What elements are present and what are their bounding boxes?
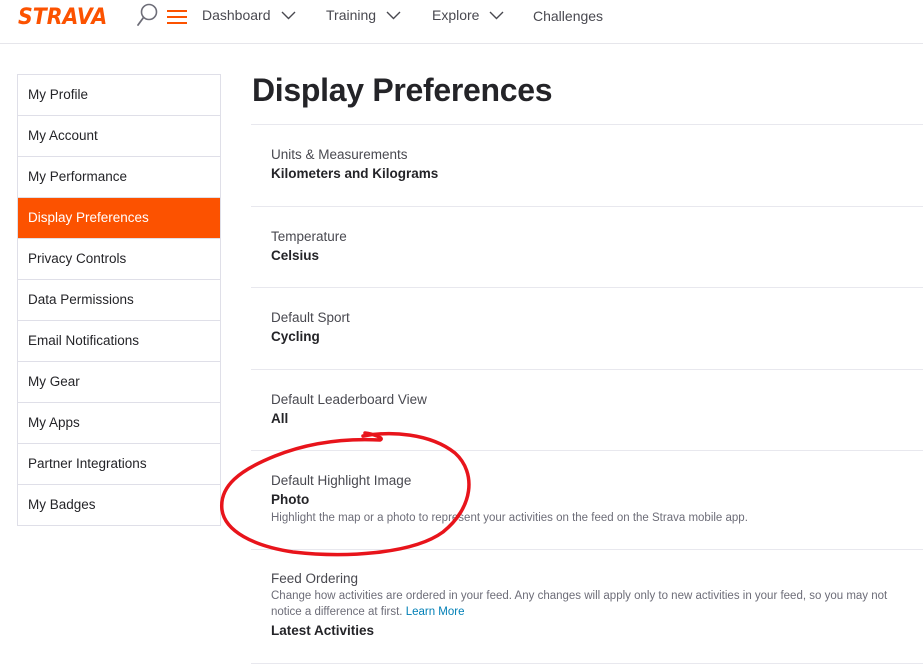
sidebar-item-privacy-controls[interactable]: Privacy Controls [18,239,220,280]
settings-sidebar: My Profile My Account My Performance Dis… [17,74,221,526]
pref-default-leaderboard-view[interactable]: Default Leaderboard View All [251,369,923,450]
sidebar-item-my-badges[interactable]: My Badges [18,485,220,525]
nav-training-label: Training [326,7,377,23]
nav-challenges-label: Challenges [533,8,604,24]
pref-default-highlight-image[interactable]: Default Highlight Image Photo Highlight … [251,450,923,549]
nav-explore[interactable]: Explore [432,7,504,23]
pref-label: Temperature [271,229,347,244]
nav-explore-label: Explore [432,7,480,23]
pref-default-sport[interactable]: Default Sport Cycling [251,287,923,369]
strava-logo[interactable]: STRAVA [18,5,107,30]
preferences-list: Units & Measurements Kilometers and Kilo… [251,124,923,664]
nav-dashboard-label: Dashboard [202,7,271,23]
chevron-down-icon [386,11,401,19]
sidebar-item-email-notifications[interactable]: Email Notifications [18,321,220,362]
sidebar-item-display-preferences[interactable]: Display Preferences [18,198,220,239]
pref-value: Celsius [271,248,320,263]
top-navigation-bar: STRAVA Dashboard Training Explore Challe… [0,0,923,44]
pref-temperature[interactable]: Temperature Celsius [251,206,923,287]
chevron-down-icon [489,11,504,19]
sidebar-item-data-permissions[interactable]: Data Permissions [18,280,220,321]
chevron-down-icon [281,11,295,19]
pref-value: Photo [271,492,310,507]
pref-description: Change how activities are ordered in you… [271,588,893,620]
learn-more-link[interactable]: Learn More [406,606,465,618]
pref-value: Latest Activities [271,623,375,638]
menu-icon[interactable] [167,10,187,24]
sidebar-item-my-apps[interactable]: My Apps [18,403,220,444]
pref-value: Cycling [271,329,320,344]
sidebar-item-partner-integrations[interactable]: Partner Integrations [18,444,220,485]
pref-label: Feed Ordering [271,571,359,586]
search-icon[interactable] [136,3,158,29]
pref-label: Units & Measurements [271,147,408,162]
pref-label: Default Sport [271,310,350,325]
sidebar-item-my-performance[interactable]: My Performance [18,157,220,198]
pref-value: Kilometers and Kilograms [271,166,439,181]
nav-challenges[interactable]: Challenges [533,8,603,24]
pref-label: Default Highlight Image [271,473,412,488]
sidebar-item-my-gear[interactable]: My Gear [18,362,220,403]
nav-dashboard[interactable]: Dashboard [202,7,296,23]
pref-units-measurements[interactable]: Units & Measurements Kilometers and Kilo… [251,124,923,206]
pref-label: Default Leaderboard View [271,392,427,407]
sidebar-item-my-profile[interactable]: My Profile [18,75,220,116]
pref-feed-ordering[interactable]: Feed Ordering Change how activities are … [251,549,923,664]
nav-training[interactable]: Training [326,7,401,23]
sidebar-item-my-account[interactable]: My Account [18,116,220,157]
page-title: Display Preferences [252,72,553,108]
pref-value: All [271,411,289,426]
pref-description: Highlight the map or a photo to represen… [271,512,748,524]
pref-description-text: Change how activities are ordered in you… [271,590,888,618]
